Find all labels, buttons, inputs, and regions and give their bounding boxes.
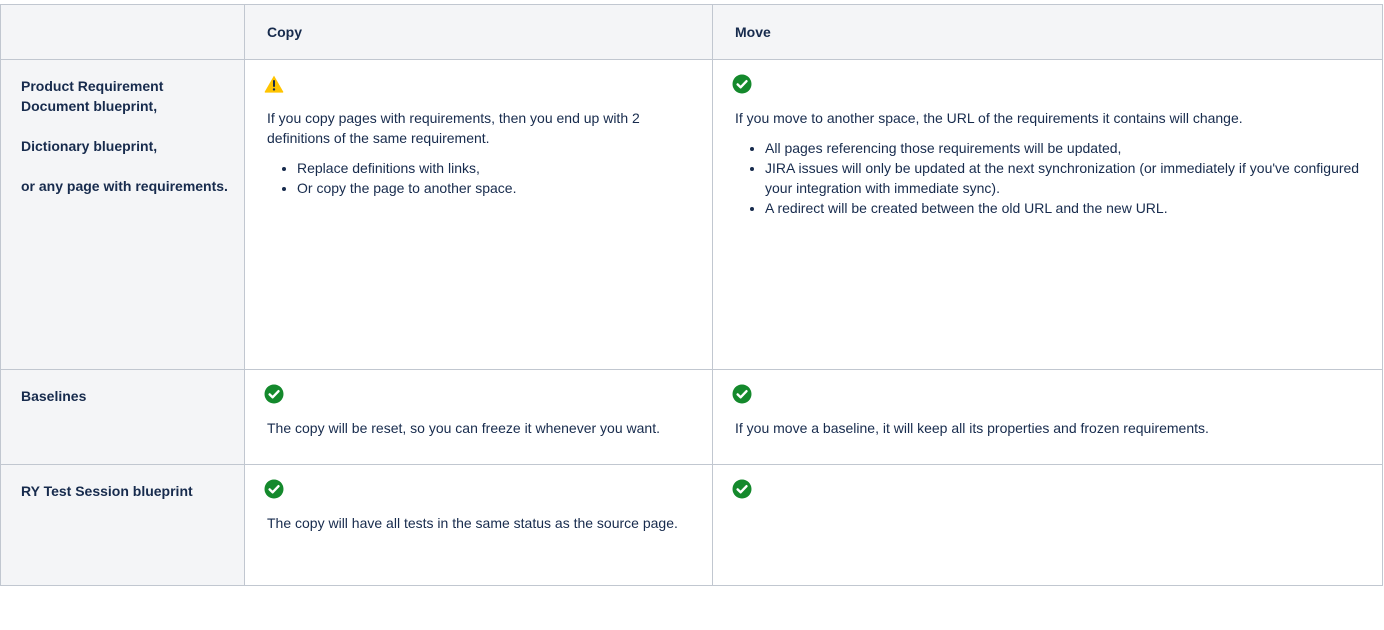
row-label-line: or any page with requirements. [21, 178, 228, 194]
list-item: Or copy the page to another space. [297, 178, 702, 198]
check-circle-icon [264, 384, 284, 404]
row-label-baselines: Baselines [0, 369, 245, 465]
table-row: Baselines The copy will be reset, so you… [0, 369, 1383, 465]
copy-cell: If you copy pages with requirements, the… [244, 59, 713, 370]
list-item: Replace definitions with links, [297, 158, 702, 178]
copy-cell: The copy will have all tests in the same… [244, 464, 713, 586]
check-circle-icon [732, 479, 752, 499]
check-circle-icon [264, 479, 284, 499]
row-label-line: Product Requirement Document blueprint, [21, 78, 164, 114]
list-item: JIRA issues will only be updated at the … [765, 158, 1372, 198]
list-item: A redirect will be created between the o… [765, 198, 1372, 218]
header-move: Move [712, 4, 1383, 60]
copy-description: The copy will be reset, so you can freez… [267, 420, 660, 436]
copy-description: If you copy pages with requirements, the… [267, 110, 640, 146]
move-cell [712, 464, 1383, 586]
row-label-ry-test-session: RY Test Session blueprint [0, 464, 245, 586]
table-row: RY Test Session blueprint The copy will … [0, 464, 1383, 586]
copy-description: The copy will have all tests in the same… [267, 515, 678, 531]
table-row: Product Requirement Document blueprint, … [0, 59, 1383, 370]
comparison-table: Copy Move Product Requirement Document b… [0, 4, 1383, 586]
row-label-line: Dictionary blueprint, [21, 138, 158, 154]
check-circle-icon [732, 74, 752, 94]
row-label-line: Baselines [21, 388, 87, 404]
header-copy: Copy [244, 4, 713, 60]
move-description: If you move a baseline, it will keep all… [735, 420, 1209, 436]
row-label-line: RY Test Session blueprint [21, 483, 193, 499]
warning-icon [264, 75, 284, 93]
move-cell: If you move a baseline, it will keep all… [712, 369, 1383, 465]
header-empty-cell [0, 4, 245, 60]
copy-bullet-list: Replace definitions with links, Or copy … [267, 158, 702, 198]
row-label-product-requirement: Product Requirement Document blueprint, … [0, 59, 245, 370]
table-header-row: Copy Move [0, 4, 1383, 60]
list-item: All pages referencing those requirements… [765, 138, 1372, 158]
check-circle-icon [732, 384, 752, 404]
copy-cell: The copy will be reset, so you can freez… [244, 369, 713, 465]
move-description: If you move to another space, the URL of… [735, 110, 1243, 126]
move-bullet-list: All pages referencing those requirements… [735, 138, 1372, 218]
move-cell: If you move to another space, the URL of… [712, 59, 1383, 370]
